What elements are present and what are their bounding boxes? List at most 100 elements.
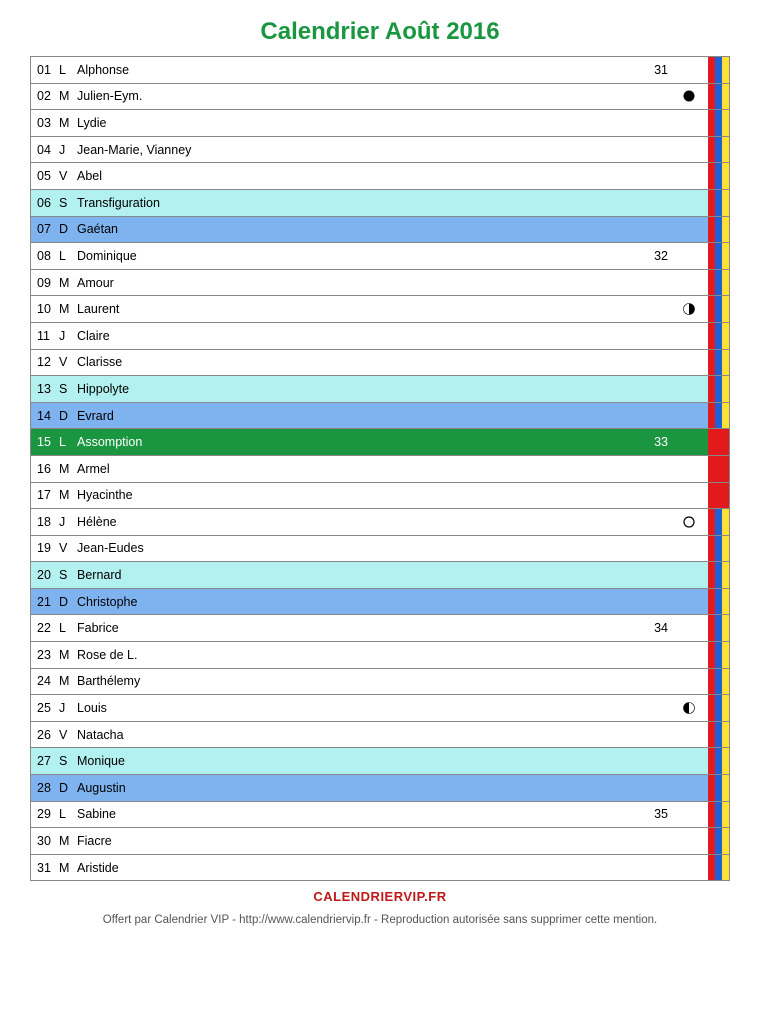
day-number: 12	[37, 355, 59, 369]
saint-name: Abel	[77, 169, 702, 183]
day-number: 09	[37, 276, 59, 290]
vacation-stripes	[708, 802, 729, 828]
vacation-stripes	[708, 190, 729, 216]
calendar-row: 19VJean-Eudes	[31, 536, 729, 563]
stripe-blue	[715, 350, 722, 376]
vacation-stripes	[708, 296, 729, 322]
week-number: 32	[654, 249, 668, 263]
stripe-yellow	[722, 669, 729, 695]
day-of-week: L	[59, 63, 77, 77]
vacation-stripes	[708, 163, 729, 189]
stripe-red	[708, 615, 715, 641]
vacation-stripes	[708, 84, 729, 110]
calendar-row: 27SMonique	[31, 748, 729, 775]
stripe-yellow	[722, 350, 729, 376]
saint-name: Evrard	[77, 409, 702, 423]
saint-name: Sabine	[77, 807, 702, 821]
day-cell: 27SMonique	[31, 748, 708, 774]
day-of-week: M	[59, 116, 77, 130]
saint-name: Louis	[77, 701, 702, 715]
stripe-red	[715, 429, 722, 455]
saint-name: Rose de L.	[77, 648, 702, 662]
stripe-red	[708, 456, 715, 482]
saint-name: Julien-Eym.	[77, 89, 702, 103]
saint-name: Fiacre	[77, 834, 702, 848]
calendar-row: 12VClarisse	[31, 350, 729, 377]
day-of-week: M	[59, 674, 77, 688]
stripe-red	[708, 243, 715, 269]
saint-name: Amour	[77, 276, 702, 290]
day-cell: 19VJean-Eudes	[31, 536, 708, 562]
stripe-red	[708, 403, 715, 429]
stripe-red	[708, 589, 715, 615]
vacation-stripes	[708, 323, 729, 349]
moon-phase-icon	[682, 515, 696, 529]
vacation-stripes	[708, 748, 729, 774]
page-title: Calendrier Août 2016	[30, 18, 730, 46]
stripe-red	[708, 562, 715, 588]
calendar-row: 05VAbel	[31, 163, 729, 190]
calendar-row: 29LSabine35	[31, 802, 729, 829]
stripe-blue	[715, 190, 722, 216]
day-of-week: M	[59, 462, 77, 476]
calendar-row: 04JJean-Marie, Vianney	[31, 137, 729, 164]
calendar-row: 21DChristophe	[31, 589, 729, 616]
saint-name: Hyacinthe	[77, 488, 702, 502]
vacation-stripes	[708, 828, 729, 854]
day-of-week: S	[59, 754, 77, 768]
day-cell: 23MRose de L.	[31, 642, 708, 668]
day-number: 16	[37, 462, 59, 476]
saint-name: Bernard	[77, 568, 702, 582]
stripe-yellow	[722, 855, 729, 881]
stripe-yellow	[722, 775, 729, 801]
calendar-row: 06STransfiguration	[31, 190, 729, 217]
calendar-row: 26VNatacha	[31, 722, 729, 749]
day-cell: 09MAmour	[31, 270, 708, 296]
day-number: 03	[37, 116, 59, 130]
saint-name: Lydie	[77, 116, 702, 130]
stripe-blue	[715, 775, 722, 801]
stripe-yellow	[722, 137, 729, 163]
stripe-red	[708, 483, 715, 509]
stripe-blue	[715, 562, 722, 588]
saint-name: Barthélemy	[77, 674, 702, 688]
week-number: 31	[654, 63, 668, 77]
stripe-blue	[715, 403, 722, 429]
stripe-red	[708, 296, 715, 322]
calendar-row: 31MAristide	[31, 855, 729, 882]
saint-name: Natacha	[77, 728, 702, 742]
stripe-yellow	[722, 403, 729, 429]
stripe-blue	[715, 695, 722, 721]
stripe-yellow	[722, 163, 729, 189]
stripe-blue	[715, 376, 722, 402]
calendar-row: 15LAssomption33	[31, 429, 729, 456]
day-cell: 07DGaétan	[31, 217, 708, 243]
stripe-red	[708, 509, 715, 535]
stripe-red	[708, 828, 715, 854]
day-number: 10	[37, 302, 59, 316]
stripe-yellow	[722, 615, 729, 641]
stripe-yellow	[722, 695, 729, 721]
stripe-red	[708, 323, 715, 349]
day-cell: 05VAbel	[31, 163, 708, 189]
vacation-stripes	[708, 456, 729, 482]
calendar-row: 30MFiacre	[31, 828, 729, 855]
calendar-row: 24MBarthélemy	[31, 669, 729, 696]
day-cell: 11JClaire	[31, 323, 708, 349]
day-of-week: V	[59, 355, 77, 369]
day-number: 29	[37, 807, 59, 821]
stripe-yellow	[722, 748, 729, 774]
saint-name: Transfiguration	[77, 196, 702, 210]
day-number: 30	[37, 834, 59, 848]
vacation-stripes	[708, 589, 729, 615]
moon-phase-icon	[682, 701, 696, 715]
day-number: 17	[37, 488, 59, 502]
calendar-row: 01LAlphonse31	[31, 57, 729, 84]
stripe-red	[708, 350, 715, 376]
saint-name: Jean-Eudes	[77, 541, 702, 555]
stripe-blue	[715, 296, 722, 322]
day-cell: 25JLouis	[31, 695, 708, 721]
vacation-stripes	[708, 137, 729, 163]
day-cell: 14DEvrard	[31, 403, 708, 429]
stripe-blue	[715, 137, 722, 163]
